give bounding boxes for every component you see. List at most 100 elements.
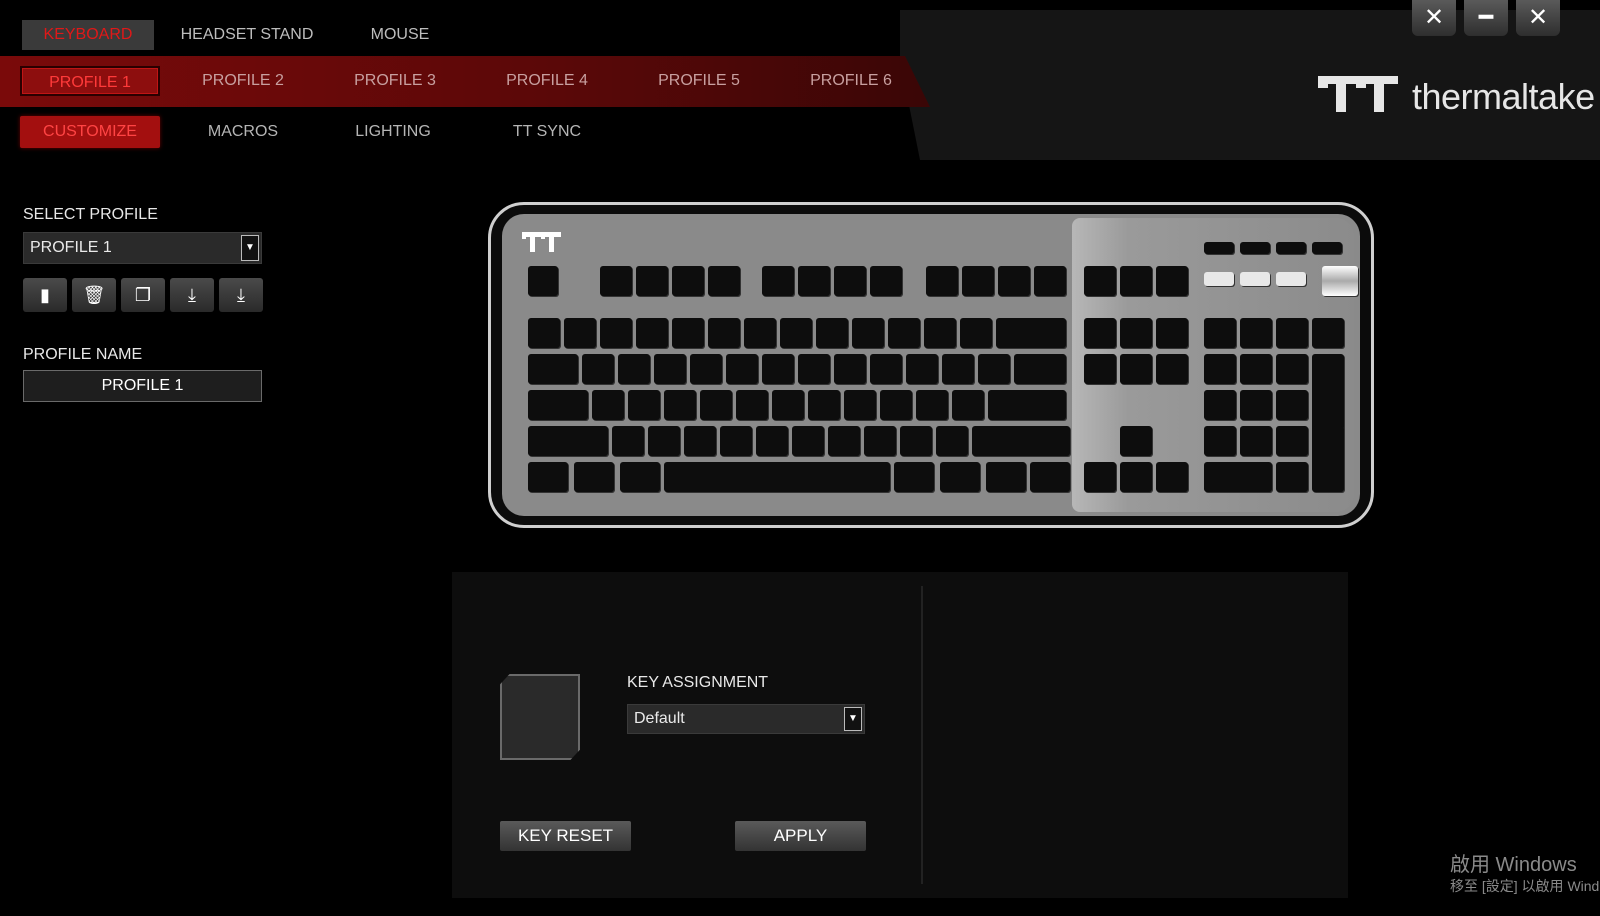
- keyboard-key[interactable]: [600, 266, 632, 296]
- tab-profile-3[interactable]: PROFILE 3: [325, 66, 465, 96]
- keyboard-key[interactable]: [1084, 462, 1116, 492]
- tab-profile-4[interactable]: PROFILE 4: [477, 66, 617, 96]
- media-key[interactable]: [1276, 272, 1306, 286]
- keyboard-key[interactable]: [756, 426, 788, 456]
- keyboard-key[interactable]: [1204, 426, 1236, 456]
- keyboard-key[interactable]: [528, 462, 568, 492]
- keyboard-key[interactable]: [636, 318, 668, 348]
- keyboard-key[interactable]: [828, 426, 860, 456]
- keyboard-key[interactable]: [998, 266, 1030, 296]
- keyboard-key[interactable]: [1312, 318, 1344, 348]
- export-profile-button[interactable]: ⤓: [219, 278, 263, 312]
- profile-name-field[interactable]: PROFILE 1: [23, 370, 262, 402]
- keyboard-key[interactable]: [708, 266, 740, 296]
- keyboard-key[interactable]: [1204, 462, 1272, 492]
- keyboard-key[interactable]: [952, 390, 984, 420]
- keyboard-key[interactable]: [988, 390, 1066, 420]
- keyboard-key[interactable]: [620, 462, 660, 492]
- tab-profile-1[interactable]: PROFILE 1: [20, 66, 160, 96]
- keyboard-key[interactable]: [700, 390, 732, 420]
- keyboard-key[interactable]: [664, 462, 890, 492]
- keyboard-key[interactable]: [942, 354, 974, 384]
- key-reset-button[interactable]: KEY RESET: [500, 821, 631, 851]
- keyboard-key[interactable]: [654, 354, 686, 384]
- keyboard-key[interactable]: [690, 354, 722, 384]
- keyboard-key[interactable]: [1240, 242, 1270, 254]
- keyboard-key[interactable]: [762, 266, 794, 296]
- keyboard-key[interactable]: [736, 390, 768, 420]
- keyboard-key[interactable]: [1204, 390, 1236, 420]
- keyboard-key[interactable]: [870, 354, 902, 384]
- keyboard-key[interactable]: [600, 318, 632, 348]
- keyboard-key[interactable]: [612, 426, 644, 456]
- tab-mouse[interactable]: MOUSE: [360, 20, 440, 50]
- keyboard-key[interactable]: [792, 426, 824, 456]
- keyboard-key[interactable]: [1276, 462, 1308, 492]
- keyboard-key[interactable]: [816, 318, 848, 348]
- keyboard-key[interactable]: [1276, 426, 1308, 456]
- keyboard-key[interactable]: [672, 318, 704, 348]
- keyboard-key[interactable]: [888, 318, 920, 348]
- tab-headset-stand[interactable]: HEADSET STAND: [172, 20, 322, 50]
- keyboard-key[interactable]: [528, 318, 560, 348]
- keyboard-key[interactable]: [780, 318, 812, 348]
- keyboard-key[interactable]: [1084, 318, 1116, 348]
- keyboard-key[interactable]: [962, 266, 994, 296]
- keyboard-key[interactable]: [864, 426, 896, 456]
- minimize-button[interactable]: ━: [1464, 0, 1508, 36]
- keyboard-key[interactable]: [1120, 318, 1152, 348]
- keyboard-key[interactable]: [798, 266, 830, 296]
- keyboard-key[interactable]: [528, 390, 588, 420]
- keyboard-key[interactable]: [1156, 354, 1188, 384]
- keyboard-key[interactable]: [1312, 242, 1342, 254]
- keyboard-key[interactable]: [726, 354, 758, 384]
- keyboard-key[interactable]: [628, 390, 660, 420]
- keyboard-key[interactable]: [1312, 426, 1344, 492]
- keyboard-key[interactable]: [844, 390, 876, 420]
- keyboard-key[interactable]: [528, 354, 578, 384]
- delete-profile-button[interactable]: 🗑: [72, 278, 116, 312]
- keyboard-key[interactable]: [564, 318, 596, 348]
- media-key[interactable]: [1204, 272, 1234, 286]
- tab-lighting[interactable]: LIGHTING: [323, 116, 463, 148]
- keyboard-key[interactable]: [1120, 354, 1152, 384]
- keyboard-key[interactable]: [1204, 318, 1236, 348]
- tab-customize[interactable]: CUSTOMIZE: [20, 116, 160, 148]
- keyboard-key[interactable]: [1276, 390, 1308, 420]
- keyboard-key[interactable]: [1276, 318, 1308, 348]
- keyboard-key[interactable]: [1030, 462, 1070, 492]
- keyboard-key[interactable]: [1156, 318, 1188, 348]
- keyboard-key[interactable]: [1120, 462, 1152, 492]
- keyboard-key[interactable]: [1120, 266, 1152, 296]
- tab-profile-2[interactable]: PROFILE 2: [173, 66, 313, 96]
- keyboard-key[interactable]: [880, 390, 912, 420]
- keyboard-key[interactable]: [996, 318, 1066, 348]
- save-profile-button[interactable]: ▮: [23, 278, 67, 312]
- keyboard-key[interactable]: [900, 426, 932, 456]
- keyboard-key[interactable]: [744, 318, 776, 348]
- keyboard-key[interactable]: [798, 354, 830, 384]
- keyboard-key[interactable]: [1156, 266, 1188, 296]
- keyboard-key[interactable]: [906, 354, 938, 384]
- keyboard-key[interactable]: [708, 318, 740, 348]
- keyboard-key[interactable]: [528, 266, 558, 296]
- keyboard-key[interactable]: [1240, 318, 1272, 348]
- keyboard-key[interactable]: [936, 426, 968, 456]
- volume-wheel[interactable]: [1322, 266, 1358, 296]
- keyboard-key[interactable]: [894, 462, 934, 492]
- keyboard-key[interactable]: [808, 390, 840, 420]
- keyboard-key[interactable]: [916, 390, 948, 420]
- keyboard-key[interactable]: [978, 354, 1010, 384]
- keyboard-key[interactable]: [684, 426, 716, 456]
- import-profile-button[interactable]: ⤓: [170, 278, 214, 312]
- keyboard-key[interactable]: [926, 266, 958, 296]
- keyboard-key[interactable]: [574, 462, 614, 492]
- tab-keyboard[interactable]: KEYBOARD: [22, 20, 154, 50]
- keyboard-key[interactable]: [648, 426, 680, 456]
- keyboard-key[interactable]: [636, 266, 668, 296]
- keyboard-key[interactable]: [772, 390, 804, 420]
- keyboard-key[interactable]: [834, 354, 866, 384]
- keyboard-key[interactable]: [762, 354, 794, 384]
- keyboard-key[interactable]: [664, 390, 696, 420]
- keyboard-key[interactable]: [1240, 390, 1272, 420]
